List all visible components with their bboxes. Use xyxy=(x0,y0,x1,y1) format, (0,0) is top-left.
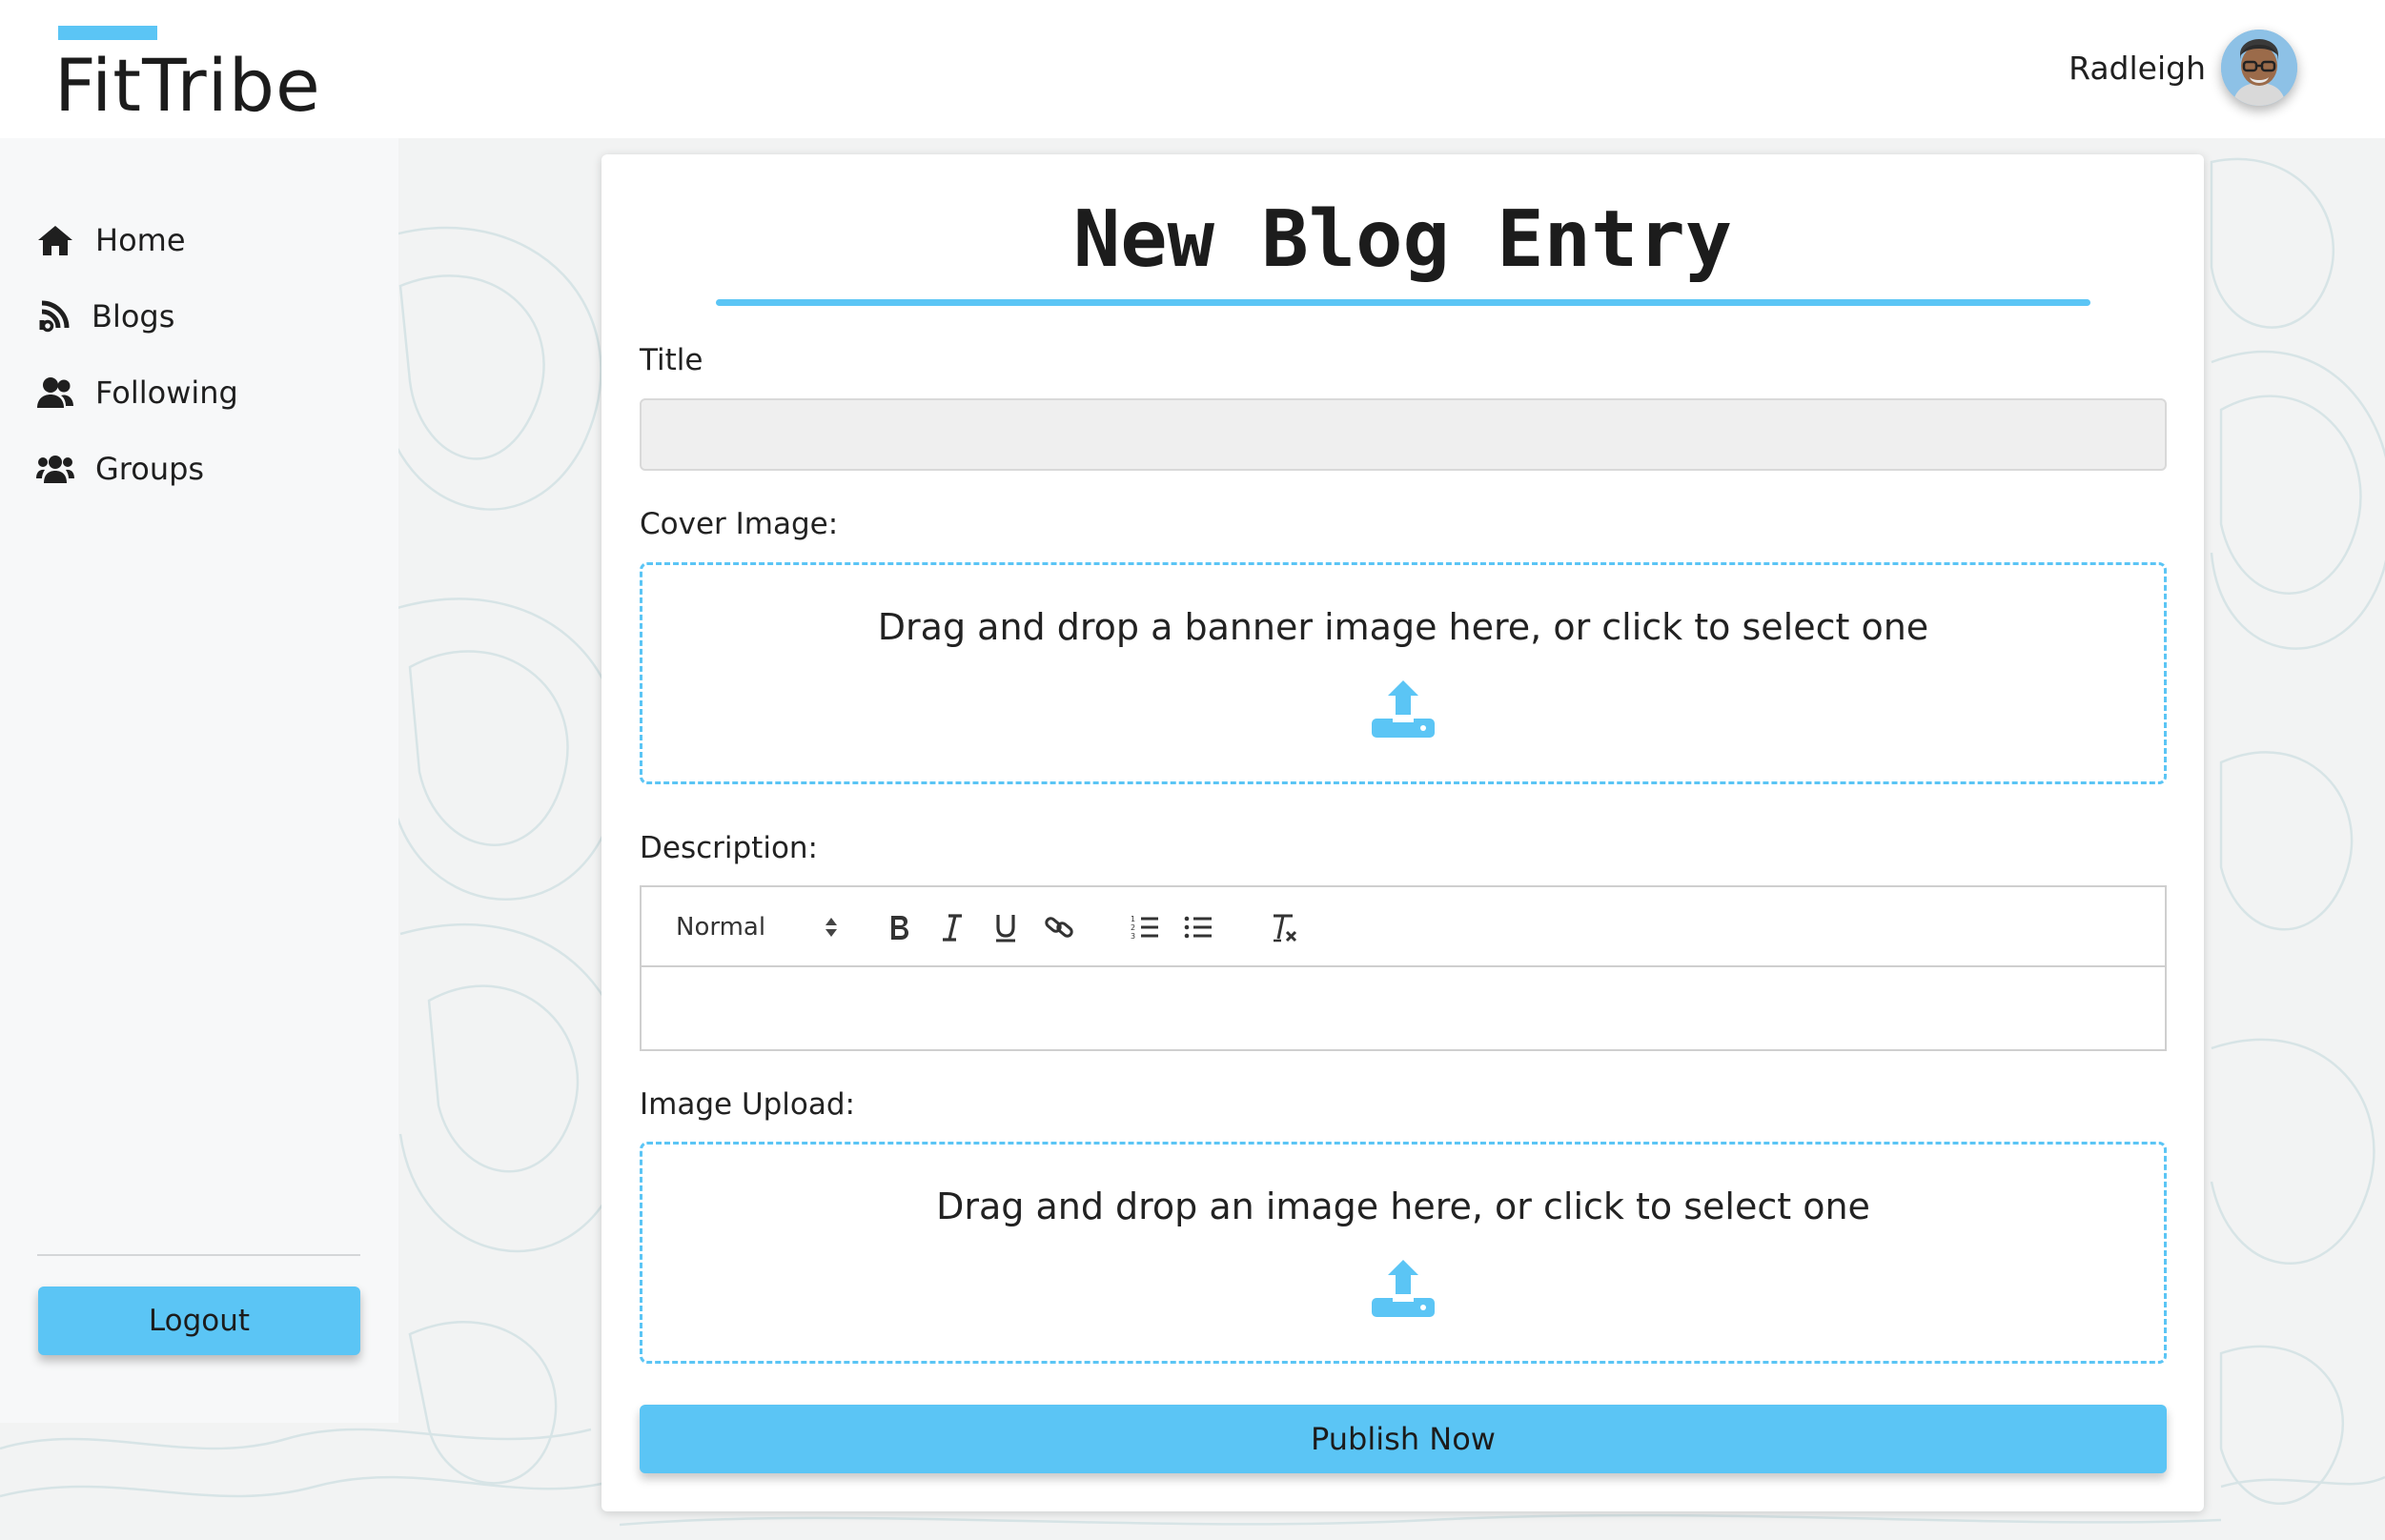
title-underline xyxy=(716,299,2090,306)
sidebar-item-label: Following xyxy=(95,375,238,411)
image-upload-label: Image Upload: xyxy=(640,1087,856,1122)
sidebar-divider xyxy=(37,1254,360,1256)
home-icon xyxy=(38,226,72,255)
upload-icon xyxy=(1372,1260,1435,1317)
publish-button[interactable]: Publish Now xyxy=(640,1405,2167,1473)
ordered-list-icon: 1 2 3 xyxy=(1131,915,1158,941)
logout-button[interactable]: Logout xyxy=(38,1287,360,1355)
bold-button[interactable] xyxy=(880,908,918,946)
sidebar-item-label: Home xyxy=(95,222,186,258)
title-label: Title xyxy=(640,343,703,377)
sidebar-item-blogs[interactable]: Blogs xyxy=(36,292,174,341)
top-header: FitTribe Radleigh xyxy=(0,0,2385,138)
page-title: New Blog Entry xyxy=(1072,194,1733,285)
svg-text:3: 3 xyxy=(1131,932,1135,941)
svg-text:2: 2 xyxy=(1131,923,1135,932)
sidebar-item-label: Blogs xyxy=(92,298,175,334)
description-label: Description: xyxy=(640,831,818,865)
user-avatar[interactable] xyxy=(2221,30,2297,106)
rich-text-editor: Normal 1 2 3 xyxy=(640,885,2167,1051)
format-select[interactable]: Normal xyxy=(676,908,838,946)
italic-icon xyxy=(943,914,962,942)
sidebar-item-following[interactable]: Following xyxy=(36,368,238,417)
user-name[interactable]: Radleigh xyxy=(2069,48,2206,90)
cover-image-label: Cover Image: xyxy=(640,507,839,541)
svg-text:1: 1 xyxy=(1131,915,1135,923)
sidebar-item-home[interactable]: Home xyxy=(36,215,186,265)
cover-dropzone-text: Drag and drop a banner image here, or cl… xyxy=(877,606,1929,648)
sidebar: Home Blogs Following Groups Logout xyxy=(0,138,398,1423)
bullet-list-button[interactable] xyxy=(1179,908,1217,946)
title-input[interactable] xyxy=(640,398,2167,471)
sidebar-item-label: Groups xyxy=(95,451,205,487)
ordered-list-button[interactable]: 1 2 3 xyxy=(1126,908,1164,946)
user-group-icon xyxy=(37,377,73,408)
bullet-list-icon xyxy=(1184,916,1212,939)
format-select-value: Normal xyxy=(676,913,766,942)
rss-icon xyxy=(39,300,70,333)
sidebar-item-groups[interactable]: Groups xyxy=(36,444,204,494)
cover-image-dropzone[interactable]: Drag and drop a banner image here, or cl… xyxy=(640,562,2167,784)
italic-button[interactable] xyxy=(933,908,971,946)
avatar-illustration xyxy=(2221,30,2297,106)
app-logo[interactable]: FitTribe xyxy=(54,41,321,131)
clear-format-button[interactable] xyxy=(1265,908,1303,946)
clear-format-icon xyxy=(1274,914,1297,942)
logo-accent-bar xyxy=(58,26,157,40)
image-upload-dropzone[interactable]: Drag and drop an image here, or click to… xyxy=(640,1142,2167,1364)
description-editor-body[interactable] xyxy=(642,969,2165,1051)
editor-toolbar: Normal 1 2 3 xyxy=(642,887,2165,967)
select-arrows-icon xyxy=(826,918,837,937)
bold-icon xyxy=(891,916,908,940)
link-button[interactable] xyxy=(1040,908,1078,946)
underline-icon xyxy=(996,915,1015,942)
users-icon xyxy=(36,456,74,483)
underline-button[interactable] xyxy=(987,908,1025,946)
link-icon xyxy=(1045,917,1073,938)
blog-entry-card: New Blog Entry Title Cover Image: Drag a… xyxy=(601,154,2204,1511)
image-dropzone-text: Drag and drop an image here, or click to… xyxy=(936,1185,1870,1227)
upload-icon xyxy=(1372,680,1435,738)
